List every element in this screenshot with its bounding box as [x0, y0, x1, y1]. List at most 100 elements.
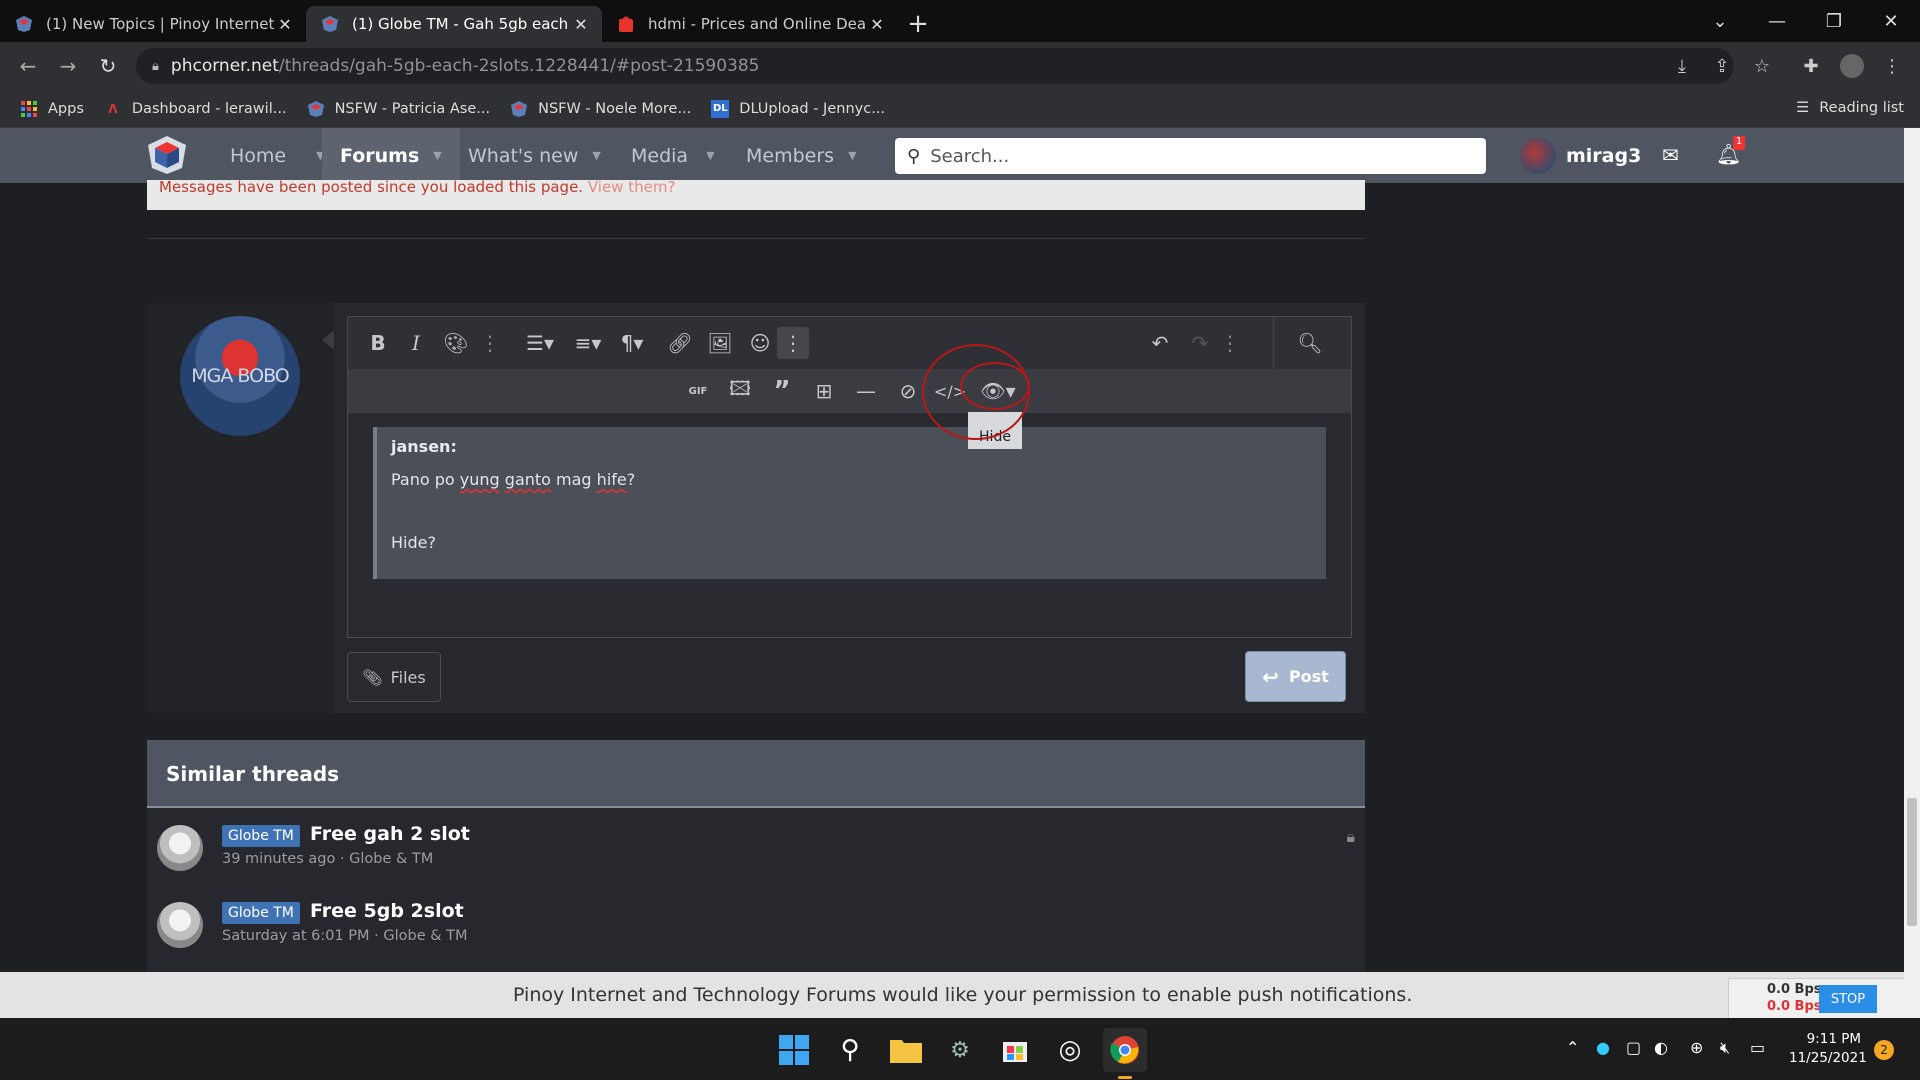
- new-tab-plus-icon[interactable]: +: [898, 6, 938, 42]
- bookmark-nsfw-noele[interactable]: NSFW - Noele More...: [510, 100, 691, 118]
- nav-whats-new[interactable]: What's new ▼: [468, 128, 601, 183]
- store-icon[interactable]: [993, 1028, 1037, 1072]
- list-item[interactable]: Globe TM Free gah 2 slot 39 minutes ago …: [147, 817, 1365, 887]
- chrome-icon[interactable]: [1103, 1028, 1147, 1072]
- stop-button[interactable]: STOP: [1819, 985, 1877, 1013]
- paragraph-format-icon[interactable]: ¶▾: [610, 327, 654, 359]
- menu-kebab-icon[interactable]: ⋮: [1878, 52, 1906, 80]
- undo-icon[interactable]: ↶: [1144, 327, 1176, 359]
- settings-gear-icon[interactable]: ⚙: [938, 1028, 982, 1072]
- notification-count-badge[interactable]: 2: [1874, 1040, 1894, 1060]
- spoiler-eye-slash-icon[interactable]: ⊘: [892, 375, 924, 407]
- quote-icon[interactable]: ”: [766, 375, 798, 407]
- list-icon[interactable]: ☰▾: [518, 327, 562, 359]
- view-them-link[interactable]: View them?: [588, 180, 676, 196]
- active-app-indicator: [1118, 1076, 1132, 1079]
- thread-title-link[interactable]: Free 5gb 2slot: [310, 900, 464, 922]
- download-speed: 0.0 Bps: [1767, 999, 1822, 1014]
- globe-network-icon[interactable]: ⊕: [1690, 1038, 1703, 1057]
- tray-app-icon[interactable]: ●: [1596, 1038, 1610, 1057]
- phcorner-logo-icon[interactable]: [146, 134, 188, 176]
- tray-network-app-icon[interactable]: ◐: [1654, 1038, 1668, 1057]
- link-icon[interactable]: 🔗︎: [664, 327, 696, 359]
- file-explorer-icon[interactable]: [884, 1028, 928, 1072]
- clock[interactable]: 9:11 PM 11/25/2021: [1789, 1030, 1867, 1068]
- bold-icon[interactable]: B: [362, 327, 394, 359]
- close-icon[interactable]: ✕: [274, 15, 296, 34]
- restore-icon[interactable]: ❐: [1806, 0, 1862, 42]
- nav-home[interactable]: Home ▼: [230, 128, 325, 183]
- close-icon[interactable]: ✕: [866, 15, 888, 34]
- show-hidden-icons-chevron-icon[interactable]: ⌃: [1566, 1038, 1579, 1057]
- extensions-puzzle-icon[interactable]: ✚: [1797, 52, 1825, 80]
- nav-members[interactable]: Members ▼: [746, 128, 857, 183]
- start-windows-icon[interactable]: [772, 1028, 816, 1072]
- tray-window-icon[interactable]: ▢: [1626, 1038, 1641, 1057]
- media-gallery-icon[interactable]: 🖾︎: [724, 375, 756, 407]
- user-menu[interactable]: mirag3: [1520, 138, 1641, 174]
- search-icon[interactable]: ⚲: [828, 1028, 872, 1072]
- text-color-palette-icon[interactable]: 🎨︎: [440, 327, 472, 359]
- bookmark-nsfw-patricia[interactable]: NSFW - Patricia Ase...: [307, 100, 490, 118]
- tab-new-topics[interactable]: (1) New Topics | Pinoy Internet an ✕: [0, 6, 306, 42]
- image-icon[interactable]: 🖼︎: [704, 327, 736, 359]
- reading-list[interactable]: ☰ Reading list: [1796, 100, 1904, 116]
- profile-avatar-icon[interactable]: [1838, 52, 1866, 80]
- share-icon[interactable]: ⇪: [1708, 52, 1736, 80]
- chevron-down-icon[interactable]: ▼: [848, 149, 856, 162]
- address-bar[interactable]: 🔒︎ phcorner.net/threads/gah-5gb-each-2sl…: [136, 48, 1734, 84]
- align-icon[interactable]: ≡▾: [566, 327, 610, 359]
- tab-globe-tm[interactable]: (1) Globe TM - Gah 5gb each 2slo ✕: [306, 6, 602, 42]
- list-item[interactable]: Globe TM Free 5gb 2slot Saturday at 6:01…: [147, 894, 1365, 964]
- emoji-icon[interactable]: ☺: [744, 327, 776, 359]
- volume-muted-icon[interactable]: 🔇︎: [1720, 1038, 1730, 1058]
- minimize-icon[interactable]: —: [1749, 0, 1805, 42]
- tab-hdmi-shopee[interactable]: hdmi - Prices and Online Deals - S ✕: [602, 6, 898, 42]
- table-icon[interactable]: ⊞: [808, 375, 840, 407]
- redo-icon[interactable]: ↷: [1184, 327, 1216, 359]
- tab-search-chevron-icon[interactable]: ⌄: [1692, 0, 1748, 42]
- inbox-envelope-icon[interactable]: ✉: [1662, 143, 1679, 167]
- close-icon[interactable]: ✕: [570, 15, 592, 34]
- forward-icon[interactable]: →: [48, 46, 88, 86]
- more-text-options-icon[interactable]: ⋮: [474, 327, 506, 359]
- italic-icon[interactable]: I: [400, 327, 432, 359]
- bookmark-dlupload[interactable]: DL DLUpload - Jennyc...: [711, 99, 885, 118]
- reload-icon[interactable]: ↻: [88, 46, 128, 86]
- lock-icon: 🔒︎: [152, 58, 159, 74]
- scrollbar[interactable]: [1904, 128, 1920, 1018]
- post-reply-button[interactable]: ↩ Post: [1245, 651, 1346, 702]
- site-navbar: Home ▼ Forums ▼ What's new ▼ Media ▼ Members…: [0, 128, 1920, 183]
- quote-block[interactable]: jansen: Pano po yung ganto mag hife? Hid…: [373, 427, 1326, 579]
- preview-icon[interactable]: 🔍︎: [1294, 327, 1326, 359]
- rich-text-editor[interactable]: B I 🎨︎ ⋮ ☰▾ ≡▾ ¶▾ 🔗︎ 🖼︎ ☺ ⋮ ↶ ↷ ⋮ 🔍︎ GIF…: [347, 316, 1352, 638]
- more-options-icon[interactable]: ⋮: [777, 327, 809, 359]
- nav-forums[interactable]: Forums ▼: [322, 128, 460, 183]
- back-icon[interactable]: ←: [8, 46, 48, 86]
- install-icon[interactable]: ⤓: [1668, 52, 1696, 80]
- push-notification-bar[interactable]: Pinoy Internet and Technology Forums wou…: [0, 972, 1920, 1018]
- window-close-icon[interactable]: ✕: [1863, 0, 1919, 42]
- avatar: [1520, 138, 1556, 174]
- chevron-down-icon[interactable]: ▼: [592, 149, 600, 162]
- bookmark-star-icon[interactable]: ☆: [1748, 52, 1776, 80]
- annotation-circle: [960, 362, 1030, 410]
- chevron-down-icon[interactable]: ▼: [433, 149, 441, 162]
- scrollbar-thumb[interactable]: [1907, 798, 1917, 926]
- thread-meta: Saturday at 6:01 PM · Globe & TM: [222, 928, 468, 944]
- nav-media[interactable]: Media ▼: [631, 128, 715, 183]
- horizontal-line-icon[interactable]: —: [850, 375, 882, 407]
- more-history-icon[interactable]: ⋮: [1214, 327, 1246, 359]
- media-player-icon[interactable]: ◎: [1048, 1028, 1092, 1072]
- bookmark-dashboard[interactable]: Λ Dashboard - lerawil...: [104, 100, 286, 118]
- apps-grid-icon: [20, 100, 38, 118]
- prefix-badge[interactable]: Globe TM: [222, 902, 300, 924]
- gif-icon[interactable]: GIF: [682, 375, 714, 407]
- attach-files-button[interactable]: 📎︎ Files: [347, 652, 441, 702]
- bookmark-apps[interactable]: Apps: [20, 100, 84, 118]
- thread-title-link[interactable]: Free gah 2 slot: [310, 823, 470, 845]
- search-input[interactable]: ⚲ Search...: [895, 138, 1486, 174]
- chevron-down-icon[interactable]: ▼: [706, 149, 714, 162]
- prefix-badge[interactable]: Globe TM: [222, 825, 300, 847]
- battery-icon[interactable]: ▭: [1750, 1038, 1765, 1057]
